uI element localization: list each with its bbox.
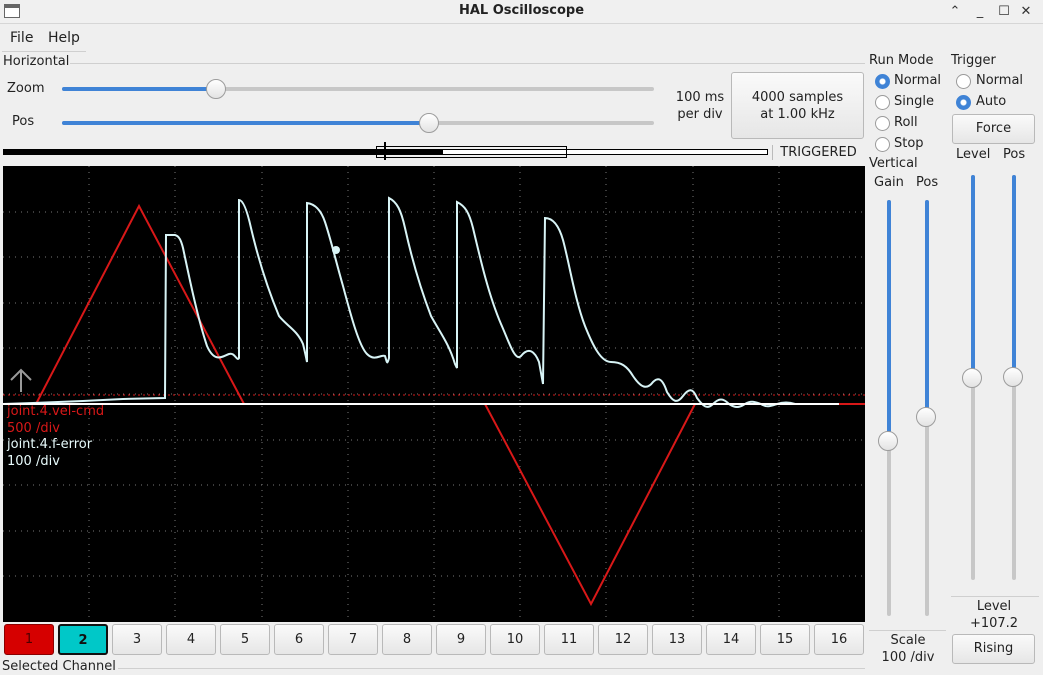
vertical-pos-label: Pos xyxy=(916,175,939,190)
trigger-normal-label[interactable]: Normal xyxy=(976,73,1023,88)
channel-button-6[interactable]: 6 xyxy=(274,624,324,655)
trigger-marker xyxy=(384,142,386,160)
samples-button[interactable]: 4000 samples at 1.00 kHz xyxy=(731,72,864,139)
trace-2-name: joint.4.f-error xyxy=(7,437,93,452)
trigger-auto-radio[interactable] xyxy=(956,95,971,110)
trigger-label: Trigger xyxy=(951,53,996,68)
vertical-pos-slider[interactable] xyxy=(916,200,938,616)
gain-slider-handle[interactable] xyxy=(878,431,898,451)
shade-icon[interactable]: ⌃ xyxy=(946,3,964,21)
pos-slider[interactable] xyxy=(62,112,654,134)
timebase-readout: 100 ms per div xyxy=(662,89,738,123)
channel-button-2[interactable]: 2 xyxy=(58,624,108,655)
channel-button-11[interactable]: 11 xyxy=(544,624,594,655)
run-mode-stop-label[interactable]: Stop xyxy=(894,136,924,151)
channel-button-7[interactable]: 7 xyxy=(328,624,378,655)
run-mode-single-radio[interactable] xyxy=(875,95,890,110)
trigger-status: TRIGGERED xyxy=(772,145,864,160)
close-icon[interactable]: ✕ xyxy=(1017,3,1035,21)
trace-1-name: joint.4.vel-cmd xyxy=(7,404,105,419)
zoom-slider-handle[interactable] xyxy=(205,79,226,99)
run-mode-roll-radio[interactable] xyxy=(875,116,890,131)
gain-label: Gain xyxy=(874,175,904,190)
horizontal-group-label: Horizontal xyxy=(3,54,70,69)
trigger-pos-slider-handle[interactable] xyxy=(1003,367,1023,387)
selected-channel-label: Selected Channel xyxy=(2,659,116,674)
channel-button-12[interactable]: 12 xyxy=(598,624,648,655)
scope-display[interactable]: joint.4.vel-cmd 500 /div joint.4.f-error… xyxy=(3,166,865,622)
channel-button-8[interactable]: 8 xyxy=(382,624,432,655)
samples-count: 4000 samples xyxy=(751,90,844,105)
zoom-slider[interactable] xyxy=(62,78,654,100)
run-mode-stop-radio[interactable] xyxy=(875,137,890,152)
scale-value: 100 /div xyxy=(881,650,935,665)
scope-grid xyxy=(3,166,865,622)
menu-help[interactable]: Help xyxy=(48,30,80,46)
channel-button-15[interactable]: 15 xyxy=(760,624,810,655)
run-mode-normal-label[interactable]: Normal xyxy=(894,73,941,88)
trigger-level-value: +107.2 xyxy=(969,616,1019,631)
run-mode-normal-radio[interactable] xyxy=(875,74,890,89)
maximize-icon[interactable]: ☐ xyxy=(995,3,1013,21)
channel-button-1[interactable]: 1 xyxy=(4,624,54,655)
menu-file[interactable]: File xyxy=(10,30,33,46)
minimize-icon[interactable]: _ xyxy=(971,3,989,21)
zoom-label: Zoom xyxy=(7,81,45,96)
channel-button-9[interactable]: 9 xyxy=(436,624,486,655)
timebase-value: 100 ms xyxy=(675,90,725,105)
trigger-pos-slider[interactable] xyxy=(1003,175,1025,580)
channel-button-3[interactable]: 3 xyxy=(112,624,162,655)
record-window xyxy=(376,146,567,158)
channel-button-13[interactable]: 13 xyxy=(652,624,702,655)
pos-slider-fill xyxy=(62,121,430,125)
trigger-auto-label[interactable]: Auto xyxy=(976,94,1006,109)
pos-label: Pos xyxy=(12,114,35,129)
gain-slider[interactable] xyxy=(878,200,900,616)
run-mode-label: Run Mode xyxy=(869,53,934,68)
trigger-pos-label: Pos xyxy=(1003,147,1026,162)
trigger-normal-radio[interactable] xyxy=(956,74,971,89)
trigger-level-slider[interactable] xyxy=(962,175,984,580)
trigger-level-slider-handle[interactable] xyxy=(962,368,982,388)
run-mode-single-label[interactable]: Single xyxy=(894,94,934,109)
window-title: HAL Oscilloscope xyxy=(458,3,585,18)
record-position-bar[interactable] xyxy=(3,142,768,160)
channel-button-4[interactable]: 4 xyxy=(166,624,216,655)
run-mode-roll-label[interactable]: Roll xyxy=(894,115,918,130)
trace-1-scale: 500 /div xyxy=(7,421,60,436)
channel-button-10[interactable]: 10 xyxy=(490,624,540,655)
menu-divider xyxy=(2,51,86,52)
trigger-edge-button[interactable]: Rising xyxy=(952,634,1035,664)
force-button[interactable]: Force xyxy=(952,114,1035,144)
timebase-unit: per div xyxy=(677,107,723,122)
trigger-level-title: Level xyxy=(976,599,1012,614)
vertical-pos-slider-handle[interactable] xyxy=(916,407,936,427)
trace-2-scale: 100 /div xyxy=(7,454,60,469)
trigger-level-label: Level xyxy=(956,147,991,162)
zoom-slider-fill xyxy=(62,87,216,91)
vertical-label: Vertical xyxy=(869,156,918,171)
channel-button-16[interactable]: 16 xyxy=(814,624,864,655)
cursor-dot xyxy=(332,246,340,254)
horizontal-group-frame xyxy=(70,63,865,64)
sample-rate: at 1.00 kHz xyxy=(760,107,835,122)
channel-button-14[interactable]: 14 xyxy=(706,624,756,655)
scale-label: Scale xyxy=(890,633,926,648)
channel-button-5[interactable]: 5 xyxy=(220,624,270,655)
pos-slider-handle[interactable] xyxy=(419,113,440,133)
trigger-up-arrow-icon xyxy=(10,368,32,392)
